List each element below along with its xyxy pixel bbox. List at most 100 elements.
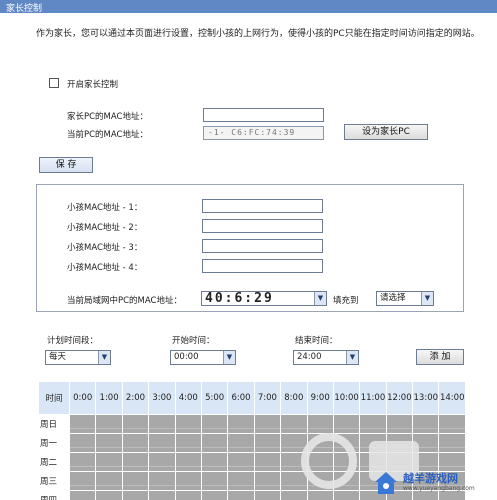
time-slot-cell[interactable]: [253, 452, 282, 472]
hour-header: 11:00: [359, 381, 387, 415]
child-mac-label-2: 小孩MAC地址 - 2：: [67, 223, 143, 233]
hour-header: 3:00: [148, 381, 176, 415]
time-slot-cell[interactable]: [121, 471, 150, 491]
time-slot-cell[interactable]: [121, 414, 150, 434]
time-slot-cell[interactable]: [121, 452, 150, 472]
time-slot-half: [439, 439, 465, 448]
time-slot-cell[interactable]: [174, 433, 202, 453]
lan-mac-select[interactable]: 40:6:29 ▼: [201, 291, 327, 306]
hour-header: 10:00: [332, 381, 361, 415]
child-mac-label-4: 小孩MAC地址 - 4：: [67, 263, 143, 273]
time-slot-cell[interactable]: [227, 414, 255, 434]
time-slot-half: [254, 458, 281, 467]
time-slot-cell[interactable]: [174, 414, 202, 434]
time-slot-half: [202, 496, 227, 500]
time-slot-half: [439, 420, 465, 429]
time-slot-cell[interactable]: [227, 452, 255, 472]
child-mac-input-1[interactable]: [202, 199, 323, 213]
time-slot-cell[interactable]: [253, 414, 282, 434]
time-slot-half: [96, 439, 122, 448]
time-slot-cell[interactable]: [95, 414, 123, 434]
chevron-down-icon: ▼: [98, 351, 110, 364]
time-slot-cell[interactable]: [148, 433, 176, 453]
time-slot-cell[interactable]: [438, 433, 466, 453]
time-slot-half: [228, 439, 254, 448]
end-time-value: 24:00: [297, 352, 322, 362]
time-slot-half: [439, 496, 465, 500]
time-slot-cell[interactable]: [200, 433, 229, 453]
hour-header: 6:00: [227, 381, 255, 415]
set-as-parent-pc-button[interactable]: 设为家长PC: [344, 124, 428, 140]
save-button[interactable]: 保 存: [39, 157, 93, 173]
time-slot-cell[interactable]: [438, 414, 466, 434]
child-mac-input-2[interactable]: [202, 219, 323, 233]
time-slot-cell[interactable]: [68, 433, 97, 453]
hour-header: 13:00: [412, 381, 440, 415]
time-slot-cell[interactable]: [174, 452, 202, 472]
schedule-period-value: 每天: [49, 352, 67, 362]
hour-header: 4:00: [174, 381, 202, 415]
time-slot-half: [96, 477, 122, 486]
watermark-badge: 越羊游戏网 www.yueyangbang.com: [373, 470, 493, 496]
time-slot-cell[interactable]: [95, 452, 123, 472]
fill-to-label: 填充到: [333, 296, 359, 306]
time-slot-half: [360, 420, 386, 429]
time-slot-cell[interactable]: [121, 490, 150, 500]
hour-header: 0:00: [68, 381, 97, 415]
time-slot-cell[interactable]: [438, 452, 466, 472]
house-icon: [375, 472, 397, 494]
time-slot-cell[interactable]: [148, 452, 176, 472]
time-slot-half: [201, 477, 228, 486]
time-slot-half: [149, 477, 175, 486]
child-mac-input-3[interactable]: [202, 239, 323, 253]
hour-header: 2:00: [121, 381, 150, 415]
time-slot-half: [281, 420, 307, 429]
time-slot-cell[interactable]: [174, 490, 202, 500]
time-slot-cell[interactable]: [68, 490, 97, 500]
fill-to-select[interactable]: 请选择 ▼: [376, 291, 434, 306]
time-slot-half: [254, 477, 281, 486]
watermark-badge-title: 越羊游戏网: [403, 472, 458, 485]
time-slot-cell[interactable]: [68, 414, 97, 434]
time-slot-half: [96, 420, 122, 429]
parent-mac-input[interactable]: [203, 108, 324, 122]
child-mac-label-3: 小孩MAC地址 - 3：: [67, 243, 143, 253]
time-slot-cell[interactable]: [227, 433, 255, 453]
time-slot-cell[interactable]: [200, 452, 229, 472]
page-description: 作为家长，您可以通过本页面进行设置，控制小孩的上网行为，使得小孩的PC只能在指定…: [36, 29, 480, 39]
time-slot-cell[interactable]: [68, 452, 97, 472]
time-slot-cell[interactable]: [148, 414, 176, 434]
time-slot-cell[interactable]: [200, 471, 229, 491]
time-slot-half: [254, 439, 281, 448]
start-time-select[interactable]: 00:00 ▼: [170, 350, 236, 365]
time-slot-cell[interactable]: [253, 433, 282, 453]
time-slot-half: [254, 420, 281, 429]
enable-parental-control-checkbox[interactable]: [49, 78, 59, 88]
time-slot-cell[interactable]: [95, 471, 123, 491]
time-slot-half: [175, 477, 201, 486]
time-slot-cell[interactable]: [227, 490, 255, 500]
schedule-period-select[interactable]: 每天 ▼: [45, 350, 111, 365]
time-slot-cell[interactable]: [95, 433, 123, 453]
child-mac-input-4[interactable]: [202, 259, 323, 273]
time-slot-cell[interactable]: [68, 471, 97, 491]
time-slot-cell[interactable]: [200, 414, 229, 434]
time-slot-cell[interactable]: [121, 433, 150, 453]
time-slot-half: [70, 496, 95, 500]
time-slot-cell[interactable]: [174, 471, 202, 491]
time-slot-cell[interactable]: [95, 490, 123, 500]
time-slot-cell[interactable]: [148, 471, 176, 491]
end-time-select[interactable]: 24:00 ▼: [293, 350, 359, 365]
day-label: 周日: [38, 414, 70, 434]
time-slot-half: [176, 496, 201, 500]
time-slot-half: [228, 420, 254, 429]
chevron-down-icon: ▼: [421, 292, 433, 305]
time-slot-cell[interactable]: [148, 490, 176, 500]
time-slot-cell[interactable]: [253, 490, 282, 500]
time-slot-half: [413, 420, 439, 429]
add-schedule-button[interactable]: 添 加: [416, 349, 464, 365]
time-slot-cell[interactable]: [200, 490, 229, 500]
time-slot-cell[interactable]: [227, 471, 255, 491]
chevron-down-icon: ▼: [314, 292, 326, 305]
time-slot-cell[interactable]: [253, 471, 282, 491]
